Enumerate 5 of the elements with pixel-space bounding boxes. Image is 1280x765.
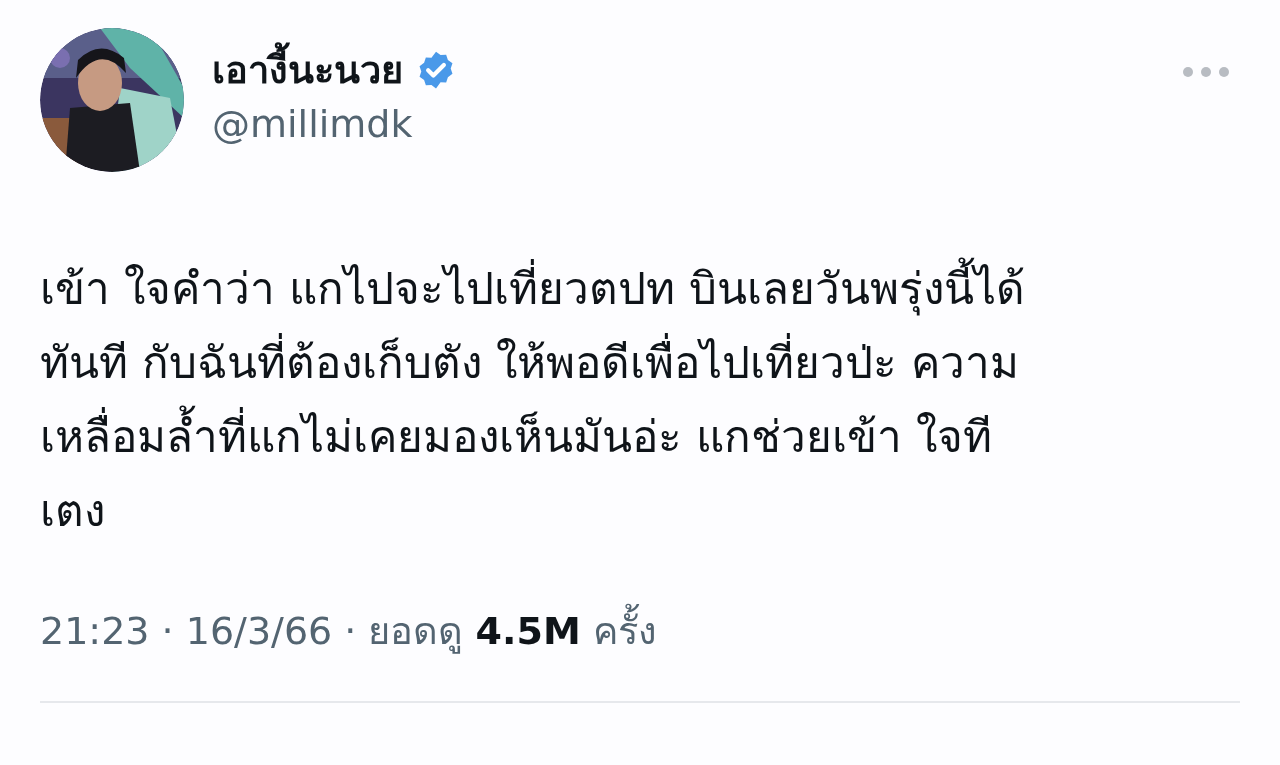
display-name[interactable]: เอางี้นะนวย bbox=[212, 42, 403, 98]
tweet-metadata: 21:23 · 16/3/66 · ยอดดู 4.5M ครั้ง bbox=[40, 600, 1240, 661]
tweet-text: เข้า ใจคำว่า แกไปจะไปเที่ยวตปท บินเลยวันพรุ่งนี้ได้ ทันที กับฉันที่ต้องเก็บตัง ให้พอดีเพื่อไปเที่ยวป่ะ ความ เหลื่อมล้ำที่แกไม่เคยมองเห็นมันอ่ะ แกช่วยเข้า ใจที เตง bbox=[40, 252, 1240, 548]
more-options-icon[interactable] bbox=[1182, 66, 1230, 78]
user-handle[interactable]: @millimdk bbox=[212, 98, 457, 150]
